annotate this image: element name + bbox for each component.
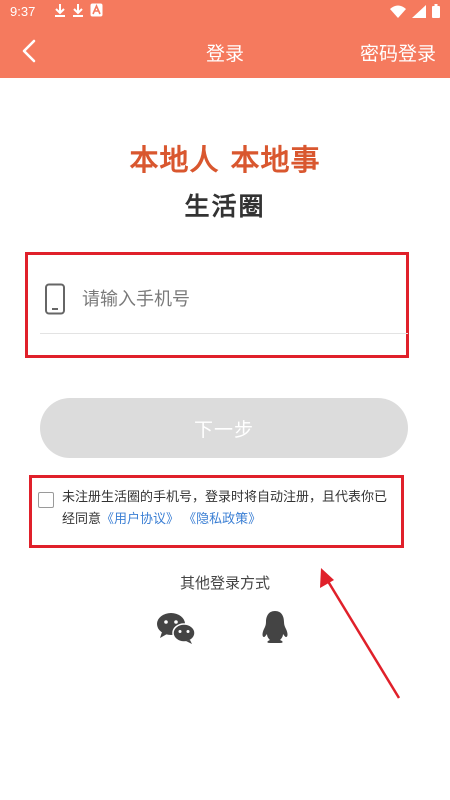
agreement-text: 未注册生活圈的手机号，登录时将自动注册，且代表你已经同意《用户协议》 《隐私政策…	[62, 487, 398, 531]
privacy-policy-link[interactable]: 《隐私政策》	[183, 512, 261, 527]
input-divider	[40, 333, 408, 334]
status-time: 9:37	[10, 4, 36, 19]
phone-icon	[44, 283, 66, 319]
slogan: 本地人 本地事	[129, 143, 321, 177]
status-system-icons	[390, 4, 440, 18]
signal-icon	[412, 4, 426, 18]
phone-number-input[interactable]	[82, 284, 382, 314]
nav-bar: 登录 密码登录	[0, 24, 450, 78]
annotation-arrow-icon	[320, 568, 401, 699]
download-icon	[55, 4, 65, 17]
wechat-icon[interactable]	[156, 612, 196, 648]
top-bar: 9:37 登录 密码登录	[0, 0, 450, 78]
user-agreement-link[interactable]: 《用户协议》	[101, 512, 179, 527]
phone-input-row	[40, 276, 410, 324]
status-bar: 9:37	[0, 0, 450, 24]
download-icon	[73, 4, 83, 17]
battery-icon	[432, 4, 440, 18]
agreement-checkbox[interactable]	[38, 492, 54, 508]
status-notification-icons	[54, 3, 103, 17]
next-step-button[interactable]: 下一步	[40, 398, 408, 458]
qq-icon[interactable]	[261, 610, 289, 648]
wifi-icon	[390, 5, 406, 18]
app-subtitle: 生活圈	[184, 192, 266, 221]
text-a-icon	[90, 3, 103, 17]
password-login-link[interactable]: 密码登录	[360, 39, 436, 66]
